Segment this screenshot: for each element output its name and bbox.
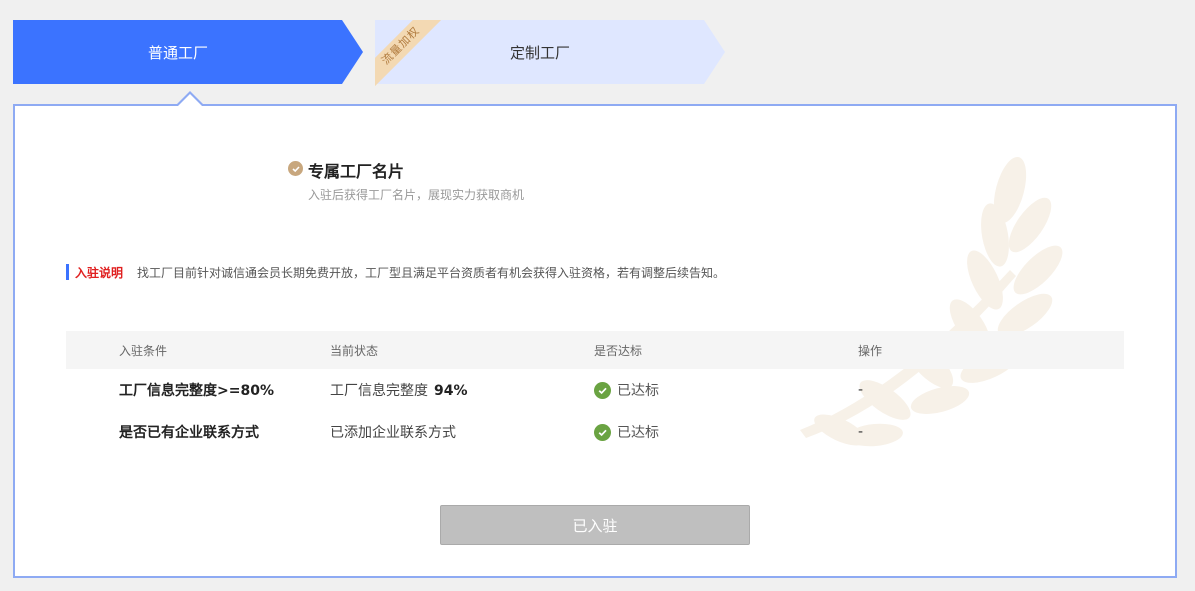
feature-subtitle: 入驻后获得工厂名片，展现实力获取商机 bbox=[308, 188, 525, 202]
header-action: 操作 bbox=[858, 343, 883, 358]
check-circle-icon bbox=[594, 381, 611, 399]
row-condition: 工厂信息完整度>=80% bbox=[119, 383, 274, 399]
notice-text: 找工厂目前针对诚信通会员长期免费开放，工厂型且满足平台资质者有机会获得入驻资格，… bbox=[137, 265, 726, 280]
tab-custom-factory-label: 定制工厂 bbox=[509, 43, 570, 62]
header-condition: 入驻条件 bbox=[119, 343, 168, 358]
table-header: 入驻条件 当前状态 是否达标 操作 bbox=[66, 331, 1124, 369]
active-tab-pointer-fill bbox=[177, 94, 203, 107]
tab-normal-factory[interactable]: 普通工厂 bbox=[13, 20, 363, 84]
row-state-value: 94% bbox=[434, 383, 468, 399]
feature-title: 专属工厂名片 bbox=[308, 162, 405, 181]
table-row: 工厂信息完整度>=80% 工厂信息完整度 94% 已达标 - bbox=[66, 369, 1124, 411]
header-state: 当前状态 bbox=[330, 343, 379, 358]
tab-normal-factory-label: 普通工厂 bbox=[147, 43, 208, 62]
row-state: 工厂信息完整度 94% bbox=[330, 380, 594, 400]
row-met: 已达标 bbox=[594, 380, 858, 400]
tab-custom-factory[interactable]: 定制工厂 bbox=[375, 20, 725, 84]
row-condition: 是否已有企业联系方式 bbox=[119, 425, 259, 441]
notice-label: 入驻说明 bbox=[75, 265, 124, 280]
entry-notice: 入驻说明 找工厂目前针对诚信通会员长期免费开放，工厂型且满足平台资质者有机会获得… bbox=[66, 264, 725, 280]
row-action: - bbox=[858, 382, 864, 398]
check-badge-icon bbox=[288, 161, 303, 176]
row-state-text: 工厂信息完整度 bbox=[330, 383, 428, 399]
row-met: 已达标 bbox=[594, 422, 858, 442]
requirements-table: 入驻条件 当前状态 是否达标 操作 工厂信息完整度>=80% 工厂信息完整度 94… bbox=[66, 331, 1124, 453]
header-met: 是否达标 bbox=[594, 343, 643, 358]
row-action: - bbox=[858, 424, 864, 440]
row-state-text: 已添加企业联系方式 bbox=[330, 425, 456, 441]
row-state: 已添加企业联系方式 bbox=[330, 422, 594, 442]
check-circle-icon bbox=[594, 423, 611, 441]
table-row: 是否已有企业联系方式 已添加企业联系方式 已达标 - bbox=[66, 411, 1124, 453]
row-met-text: 已达标 bbox=[617, 425, 659, 441]
row-met-text: 已达标 bbox=[617, 383, 659, 399]
joined-button[interactable]: 已入驻 bbox=[440, 505, 750, 545]
